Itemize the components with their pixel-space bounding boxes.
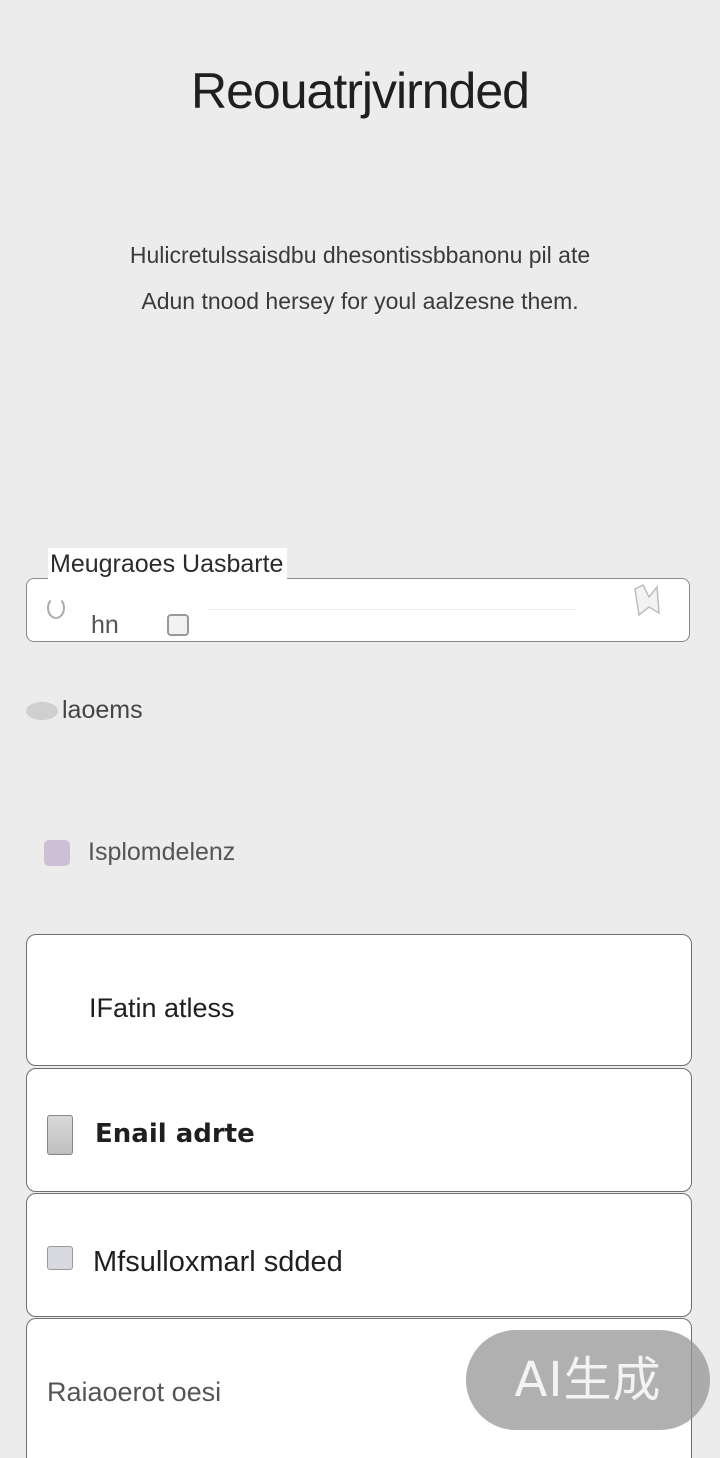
- text-input-field[interactable]: hn: [26, 578, 690, 642]
- option-label-4: Raiaoerot oesi: [47, 1377, 222, 1407]
- helper-text: laoems: [62, 696, 143, 724]
- page-title: Reouatrjvirnded: [191, 63, 530, 119]
- subtitle-line-1: Hulicretulssaisdbu dhesontissbbanonu pil…: [129, 242, 591, 268]
- input-checkbox-icon[interactable]: [167, 614, 189, 636]
- option-label-1: IFatin atless: [89, 993, 235, 1023]
- checkbox-label: Isplomdelenz: [88, 838, 236, 866]
- image-icon: [47, 1246, 73, 1270]
- option-card-2[interactable]: Enail adrte: [26, 1068, 692, 1192]
- checkbox-row[interactable]: Isplomdelenz: [44, 838, 235, 867]
- page-subtitle: Hulicretulssaisdbu dhesontissbbanonu pil…: [60, 232, 660, 324]
- option-label-3: Mfsulloxmarl sdded: [93, 1246, 343, 1278]
- option-card-3[interactable]: Mfsulloxmarl sdded: [26, 1193, 692, 1317]
- helper-row: laoems: [26, 696, 143, 725]
- option-card-1[interactable]: IFatin atless: [26, 934, 692, 1066]
- watermark-badge: AI生成: [466, 1330, 710, 1430]
- clear-icon[interactable]: [631, 583, 663, 619]
- input-leading-icon: [47, 597, 65, 619]
- helper-icon: [26, 702, 58, 721]
- input-value: hn: [91, 611, 119, 639]
- subtitle-line-2: Adun tnood hersey for youl aalzesne them…: [141, 288, 579, 314]
- checkbox[interactable]: [44, 840, 70, 867]
- phone-icon: [47, 1115, 73, 1155]
- option-label-2: Enail adrte: [95, 1119, 255, 1149]
- input-divider: [207, 609, 577, 610]
- input-label: Meugraoes Uasbarte: [48, 548, 288, 581]
